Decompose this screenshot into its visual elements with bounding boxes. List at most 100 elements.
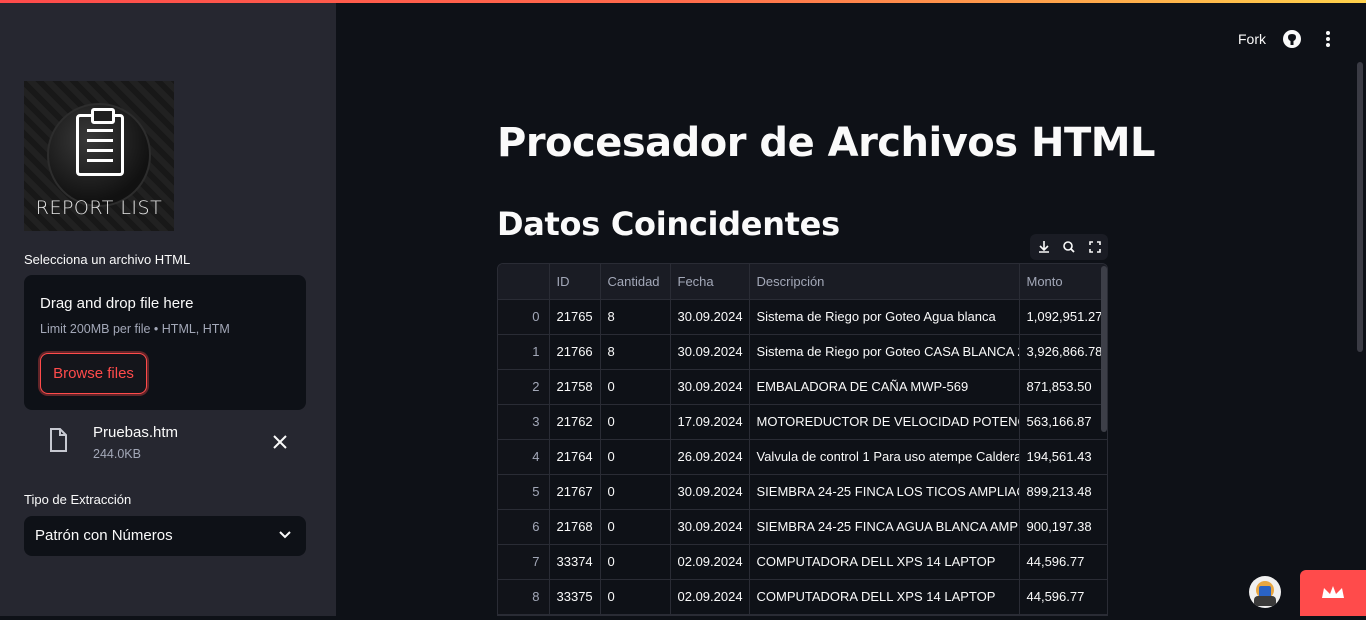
extraction-type-select[interactable]: Patrón con Números [24,516,306,556]
data-table[interactable]: ID Cantidad Fecha Descripción Monto 0 21… [497,263,1108,616]
file-icon [50,428,67,452]
cell-monto[interactable]: 871,853.50 [1019,369,1107,405]
download-icon[interactable] [1035,238,1053,256]
dropzone-limit: Limit 200MB per file • HTML, HTM [40,322,230,336]
row-index: 8 [498,579,550,615]
cell-fecha[interactable]: 26.09.2024 [670,439,750,475]
cell-fecha[interactable]: 02.09.2024 [670,579,750,615]
cell-id[interactable]: 21768 [549,509,601,545]
crown-icon [1322,586,1344,598]
cell-fecha[interactable]: 02.09.2024 [670,544,750,580]
browse-files-button[interactable]: Browse files [40,353,147,394]
sidebar: REPORT LIST Selecciona un archivo HTML D… [0,0,336,616]
cell-cantidad[interactable]: 0 [600,404,671,440]
fullscreen-icon[interactable] [1086,238,1104,256]
cell-id[interactable]: 21762 [549,404,601,440]
section-title: Datos Coincidentes [497,205,840,243]
cell-fecha[interactable]: 30.09.2024 [670,369,750,405]
more-menu-icon[interactable] [1321,29,1335,49]
cell-cantidad[interactable]: 8 [600,299,671,335]
column-header[interactable]: Monto [1019,264,1107,300]
cell-cantidad[interactable]: 0 [600,369,671,405]
cell-cantidad[interactable]: 0 [600,474,671,510]
cell-fecha[interactable]: 30.09.2024 [670,474,750,510]
search-icon[interactable] [1060,238,1078,256]
logo-caption: REPORT LIST [35,197,163,219]
table-row: 3 21762 0 17.09.2024 MOTOREDUCTOR DE VEL… [498,404,1107,440]
row-index: 5 [498,474,550,510]
table-row: 8 33375 0 02.09.2024 COMPUTADORA DELL XP… [498,579,1107,615]
select-label: Tipo de Extracción [24,492,132,507]
table-toolbar [1030,234,1108,260]
cell-descripcion[interactable]: Valvula de control 1 Para uso atempe Cal… [749,439,1020,475]
cell-monto[interactable]: 3,926,866.78 [1019,334,1107,370]
file-size: 244.0KB [93,447,141,461]
cell-monto[interactable]: 44,596.77 [1019,544,1107,580]
cell-fecha[interactable]: 30.09.2024 [670,299,750,335]
table-row: 5 21767 0 30.09.2024 SIEMBRA 24-25 FINCA… [498,474,1107,510]
cell-cantidad[interactable]: 0 [600,439,671,475]
cell-descripcion[interactable]: SIEMBRA 24-25 FINCA LOS TICOS AMPLIACION [749,474,1020,510]
table-row: 6 21768 0 30.09.2024 SIEMBRA 24-25 FINCA… [498,509,1107,545]
cell-descripcion[interactable]: COMPUTADORA DELL XPS 14 LAPTOP [749,579,1020,615]
cell-cantidad[interactable]: 0 [600,509,671,545]
cell-descripcion[interactable]: EMBALADORA DE CAÑA MWP-569 [749,369,1020,405]
chevron-down-icon [279,531,291,539]
cell-monto[interactable]: 899,213.48 [1019,474,1107,510]
uploaded-file: Pruebas.htm 244.0KB [24,418,306,468]
page-title: Procesador de Archivos HTML [497,120,1156,166]
row-index: 3 [498,404,550,440]
remove-file-button[interactable] [270,432,290,452]
cell-id[interactable]: 21766 [549,334,601,370]
github-icon[interactable] [1282,29,1302,49]
report-list-logo: REPORT LIST [24,81,174,231]
main-content: Fork Procesador de Archivos HTML Datos C… [336,0,1366,616]
cell-monto[interactable]: 194,561.43 [1019,439,1107,475]
cell-descripcion[interactable]: SIEMBRA 24-25 FINCA AGUA BLANCA AMPLIAC [749,509,1020,545]
cell-id[interactable]: 21758 [549,369,601,405]
file-name: Pruebas.htm [93,424,179,441]
cell-descripcion[interactable]: Sistema de Riego por Goteo Agua blanca [749,299,1020,335]
cell-monto[interactable]: 563,166.87 [1019,404,1107,440]
cell-monto[interactable]: 900,197.38 [1019,509,1107,545]
cell-id[interactable]: 21767 [549,474,601,510]
cell-cantidad[interactable]: 0 [600,544,671,580]
row-index: 7 [498,544,550,580]
row-index: 2 [498,369,550,405]
row-index: 6 [498,509,550,545]
top-decoration-bar [0,0,1366,3]
column-header[interactable]: Descripción [749,264,1020,300]
column-header[interactable]: Cantidad [600,264,671,300]
file-dropzone[interactable]: Drag and drop file here Limit 200MB per … [24,275,306,410]
cell-id[interactable]: 33375 [549,579,601,615]
cell-cantidad[interactable]: 8 [600,334,671,370]
cell-descripcion[interactable]: Sistema de Riego por Goteo CASA BLANCA 2 [749,334,1020,370]
cell-fecha[interactable]: 17.09.2024 [670,404,750,440]
clipboard-icon [76,108,124,176]
select-value: Patrón con Números [35,527,173,544]
cell-id[interactable]: 33374 [549,544,601,580]
cell-id[interactable]: 21765 [549,299,601,335]
streamlit-badge-button[interactable] [1300,570,1366,616]
column-header[interactable]: Fecha [670,264,750,300]
fork-button[interactable]: Fork [1238,31,1266,55]
cell-descripcion[interactable]: COMPUTADORA DELL XPS 14 LAPTOP [749,544,1020,580]
row-index: 1 [498,334,550,370]
cell-cantidad[interactable]: 0 [600,579,671,615]
table-scrollbar[interactable] [1101,266,1107,432]
column-header[interactable] [498,264,550,300]
column-header[interactable]: ID [549,264,601,300]
cell-monto[interactable]: 1,092,951.27 [1019,299,1107,335]
table-row: 4 21764 0 26.09.2024 Valvula de control … [498,439,1107,475]
cell-fecha[interactable]: 30.09.2024 [670,509,750,545]
cell-id[interactable]: 21764 [549,439,601,475]
page-scrollbar[interactable] [1357,62,1363,352]
dropzone-title: Drag and drop file here [40,295,194,312]
cell-fecha[interactable]: 30.09.2024 [670,334,750,370]
uploader-label: Selecciona un archivo HTML [24,252,191,267]
user-avatar[interactable] [1249,576,1281,608]
cell-descripcion[interactable]: MOTOREDUCTOR DE VELOCIDAD POTENCIA3 [749,404,1020,440]
table-row: 2 21758 0 30.09.2024 EMBALADORA DE CAÑA … [498,369,1107,405]
table-header-row: ID Cantidad Fecha Descripción Monto [498,264,1107,300]
cell-monto[interactable]: 44,596.77 [1019,579,1107,615]
